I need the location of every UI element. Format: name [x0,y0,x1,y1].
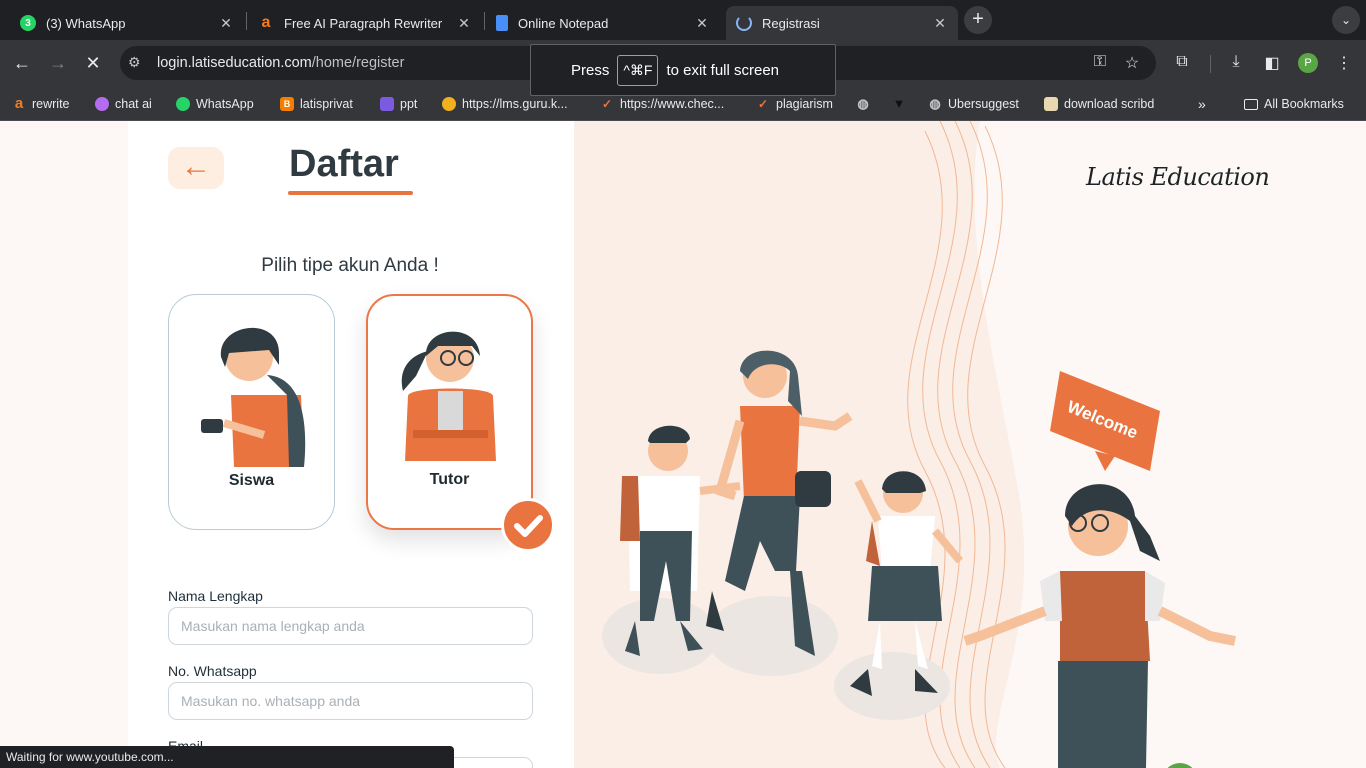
ppt-icon [380,97,394,111]
side-panel-icon[interactable]: ◧ [1262,53,1282,73]
tab-separator [246,12,247,30]
toast-suffix-text: to exit full screen [666,61,780,79]
green-float-icon [1167,763,1193,768]
tab-search-chevron-icon[interactable]: ⌄ [1332,6,1360,34]
bookmark-label: ppt [400,97,418,111]
tab-title: Online Notepad [518,15,609,31]
checkmark-icon: ✓ [601,97,613,111]
tab-title: (3) WhatsApp [46,15,126,31]
all-bookmarks[interactable]: All Bookmarks [1244,95,1344,113]
bookmark-latisprivat[interactable]: Blatisprivat [280,95,353,113]
whatsapp-icon [176,97,190,111]
bookmark-label: download scribd [1064,97,1155,111]
url-text[interactable]: login.latiseducation.com/home/register [157,55,404,71]
bookmark-ubersuggest[interactable]: ◍ Ubersuggest [928,95,1019,113]
document-icon [496,15,508,31]
tab-registrasi[interactable]: Registrasi ✕ [726,6,958,40]
brand-logo: Latis Education [1086,163,1270,191]
bookmark-label: https://www.chec... [620,97,725,111]
bookmark-plagiarism[interactable]: ✓ plagiarism [756,95,833,113]
all-bookmarks-label: All Bookmarks [1264,97,1344,111]
toast-shortcut-key: ^⌘F [617,54,659,86]
bookmark-whatsapp[interactable]: WhatsApp [176,95,254,113]
bookmark-scribd[interactable]: download scribd [1044,95,1154,113]
bookmark-chat-ai[interactable]: chat ai [95,95,152,113]
key-icon[interactable]: ⚿ [1090,53,1110,71]
rewriter-icon: a [261,14,271,31]
lms-icon [442,97,456,111]
account-type-prompt: Pilih tipe akun Anda ! [261,255,439,276]
globe-icon: ◍ [929,96,941,111]
bookmark-lms[interactable]: https://lms.guru.k... [442,95,568,113]
account-card-tutor[interactable]: Tutor [366,294,533,530]
account-type-label: Siswa [228,472,275,489]
tab-separator [484,12,485,30]
shirt-icon: ▼ [892,96,906,111]
forward-arrow-icon[interactable]: → [45,50,71,76]
bookmark-label: WhatsApp [196,97,254,111]
bookmark-shirt[interactable]: ▼ [892,95,912,113]
bookmark-ppt[interactable]: ppt [380,95,417,113]
fullscreen-toast: Press ^⌘F to exit full screen [530,44,836,96]
back-arrow-icon[interactable]: ← [168,147,224,189]
tab-whatsapp[interactable]: 3 (3) WhatsApp ✕ [10,6,244,40]
whatsapp-input[interactable] [168,682,533,720]
blogger-icon: B [280,97,294,111]
whatsapp-icon: 3 [20,15,36,31]
folder-icon [1244,98,1258,110]
download-icon[interactable]: ⤓ [1226,53,1246,71]
page-content: Welcome Latis Education ← Daftar Pilih t… [0,121,1366,768]
rewriter-icon: a [14,95,24,112]
toast-press-text: Press [571,61,610,79]
more-bookmarks-chevron-icon[interactable]: » [1198,95,1206,113]
full-name-input[interactable] [168,607,533,645]
tab-bar: 3 (3) WhatsApp ✕ a Free AI Paragraph Rew… [0,0,1366,40]
new-tab-button[interactable]: + [964,6,992,34]
welcome-sign: Welcome [1050,371,1160,471]
account-type-label: Tutor [429,471,470,488]
tab-title: Registrasi [762,15,820,31]
name-label: Nama Lengkap [168,588,263,604]
page-title: Daftar [289,143,399,185]
tab-paragraph-rewriter[interactable]: a Free AI Paragraph Rewriter ✕ [248,6,482,40]
tab-online-notepad[interactable]: Online Notepad ✕ [486,6,720,40]
status-bar: Waiting for www.youtube.com... [0,746,454,768]
tab-title: Free AI Paragraph Rewriter [284,15,443,31]
bookmark-check[interactable]: ✓ https://www.chec... [600,95,724,113]
account-card-siswa[interactable]: Siswa [168,294,335,530]
menu-kebab-icon[interactable]: ⋮ [1334,53,1354,73]
bookmark-rewrite[interactable]: a rewrite [12,95,70,113]
url-path: /home/register [311,55,405,71]
profile-avatar[interactable]: P [1298,53,1318,73]
close-icon[interactable]: ✕ [694,15,710,32]
title-underline [288,191,413,195]
star-icon[interactable]: ☆ [1122,53,1142,73]
extensions-icon[interactable]: ⧉ [1172,53,1192,71]
close-icon[interactable]: ✕ [932,15,948,32]
close-icon[interactable]: ✕ [456,15,472,32]
url-host: login.latiseducation.com [157,55,312,71]
back-arrow-icon[interactable]: ← [9,50,35,76]
bookmark-globe[interactable]: ◍ [856,95,876,113]
scribd-icon [1044,97,1058,111]
bookmark-label: plagiarism [776,97,833,111]
bookmark-label: chat ai [115,97,152,111]
toolbar-separator [1210,55,1211,73]
close-icon[interactable]: ✕ [218,15,234,32]
whatsapp-label: No. Whatsapp [168,663,257,679]
student-illustration [201,327,306,467]
bookmark-label: Ubersuggest [948,97,1019,111]
bookmark-label: https://lms.guru.k... [462,97,568,111]
selected-check-icon [501,498,555,552]
tutor-illustration [401,331,496,461]
stop-loading-icon[interactable]: ✕ [80,50,106,76]
site-loading-icon [736,15,752,31]
chat-ai-icon [95,97,109,111]
site-settings-icon[interactable]: ⚙ [128,54,141,71]
bookmark-label: rewrite [32,97,70,111]
checkmark-icon: ✓ [757,97,769,111]
globe-icon: ◍ [857,96,869,111]
bookmark-label: latisprivat [300,97,353,111]
